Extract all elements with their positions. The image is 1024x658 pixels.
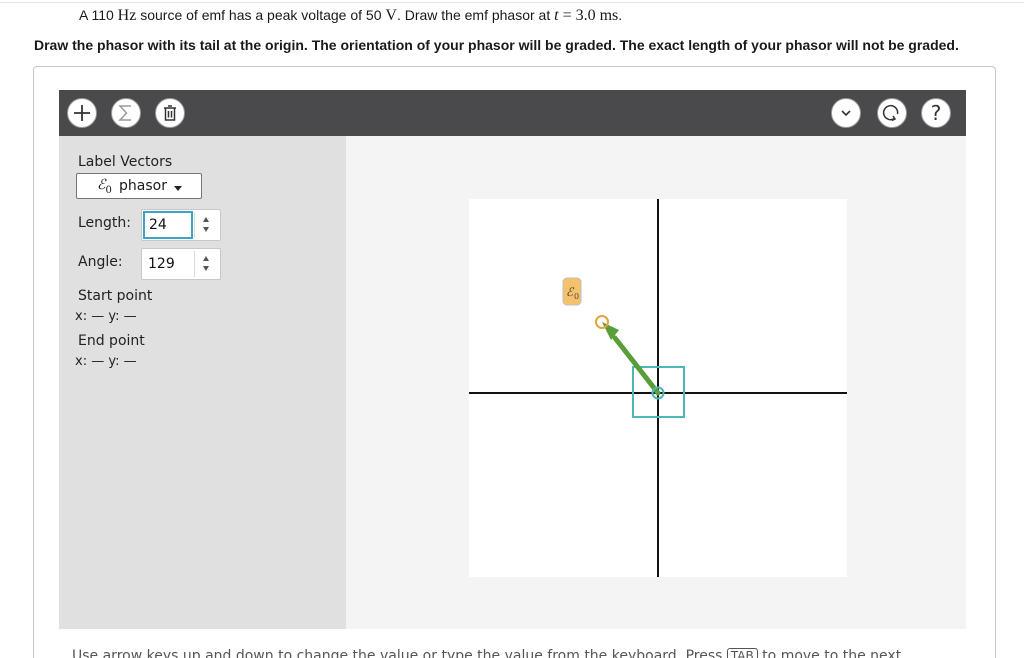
angle-stepper[interactable] [141,248,221,280]
emf-symbol: ℰ0 [97,177,112,196]
angle-stepper-arrows[interactable] [194,251,218,277]
question-text: A 110 Hz source of emf has a peak voltag… [79,5,622,26]
dropdown-selected-label: phasor [119,178,167,194]
end-point-coordinates: x: — y: — [75,354,137,369]
keyboard-hint-post: to move to the next [757,648,902,658]
question-end: . [618,7,623,23]
question-mid: source of emf has a peak voltage of 50 [136,7,386,23]
start-point-label: Start point [78,288,153,304]
label-vectors-heading: Label Vectors [78,154,173,170]
question-post: . Draw the emf phasor at [396,7,555,23]
add-vector-button[interactable] [67,98,97,128]
increment-icon[interactable] [203,256,209,261]
add-resultant-button[interactable] [111,98,141,128]
time-value: = 3.0 ms [558,7,619,24]
keyboard-hint-pre: Use arrow keys up and down to change the… [72,648,727,658]
trash-icon [162,104,178,122]
voltage-unit: V [385,7,397,24]
tab-key-badge: TAB [726,648,758,658]
length-input[interactable] [143,211,193,239]
phasor-canvas[interactable]: ℰ 0 [469,199,847,577]
help-button[interactable]: ? [921,98,951,128]
increment-icon[interactable] [203,217,209,222]
angle-input[interactable] [145,252,193,276]
vector-label-subscript: 0 [574,292,579,301]
time-expression: t = 3.0 ms [554,7,618,24]
length-stepper[interactable] [141,209,221,241]
length-label: Length: [78,215,132,231]
plus-icon [73,104,91,122]
end-point-label: End point [78,333,145,349]
drawing-toolbar: ? [59,90,966,136]
sigma-icon [117,104,135,122]
decrement-icon[interactable] [203,227,209,232]
instruction-text: Draw the phasor with its tail at the ori… [34,37,959,53]
delete-button[interactable] [155,98,185,128]
vector-label-dropdown[interactable]: ℰ0 phasor [76,173,202,199]
reset-icon [882,103,902,123]
phasor-plot[interactable]: ℰ 0 [469,199,847,577]
more-options-button[interactable] [831,98,861,128]
length-stepper-arrows[interactable] [194,212,218,238]
angle-label: Angle: [78,254,123,270]
frequency-unit: Hz [117,7,137,24]
phasor-vector[interactable] [612,335,661,396]
decrement-icon[interactable] [203,266,209,271]
top-divider [0,2,1024,3]
help-icon: ? [930,101,942,125]
reset-button[interactable] [877,98,907,128]
question-pre: A 110 [79,7,118,23]
keyboard-hint: Use arrow keys up and down to change the… [72,648,901,658]
caret-down-icon [174,186,182,191]
chevron-down-icon [839,108,853,118]
start-point-coordinates: x: — y: — [75,309,137,324]
